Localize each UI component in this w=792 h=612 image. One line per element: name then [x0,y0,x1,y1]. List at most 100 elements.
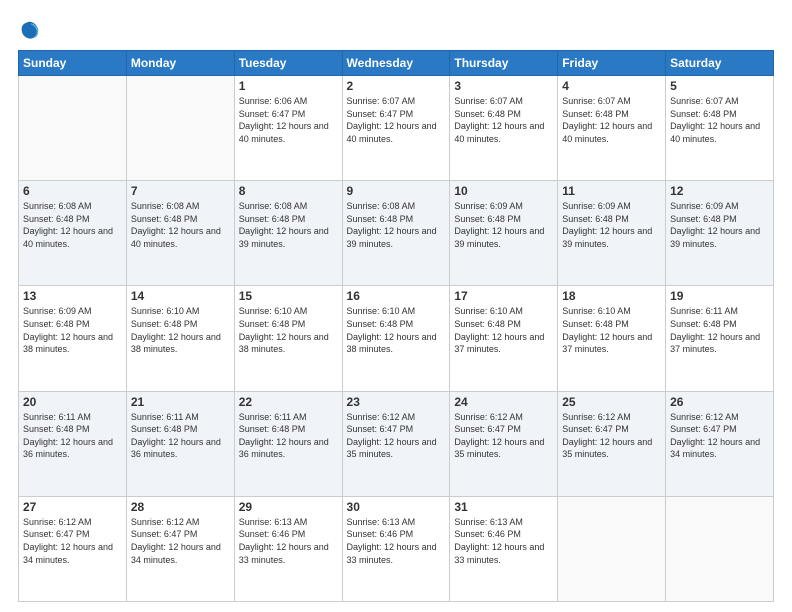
header-day-thursday: Thursday [450,51,558,76]
calendar-cell: 19Sunrise: 6:11 AM Sunset: 6:48 PM Dayli… [666,286,774,391]
calendar-cell [19,76,127,181]
day-info: Sunrise: 6:08 AM Sunset: 6:48 PM Dayligh… [23,200,122,250]
calendar-table: SundayMondayTuesdayWednesdayThursdayFrid… [18,50,774,602]
day-number: 10 [454,184,553,198]
calendar-week-4: 20 Sunrise: 6:11 AM Sunset: 6:48 PM Dayli… [19,391,774,496]
day-info: Sunrise: 6:13 AM Sunset: 6:46 PM Dayligh… [347,516,446,566]
day-number: 25 [562,395,661,409]
calendar-cell [126,76,234,181]
day-info: Sunrise: 6:12 AM Sunset: 6:47 PM Dayligh… [670,411,769,461]
header-day-tuesday: Tuesday [234,51,342,76]
day-number: 29 [239,500,338,514]
logo [18,18,44,40]
calendar-cell: 28 Sunrise: 6:12 AM Sunset: 6:47 PM Dayli… [126,496,234,601]
calendar-cell: 16 Sunrise: 6:10 AM Sunset: 6:48 PM Dayli… [342,286,450,391]
calendar-cell: 26 Sunrise: 6:12 AM Sunset: 6:47 PM Dayli… [666,391,774,496]
header-row: SundayMondayTuesdayWednesdayThursdayFrid… [19,51,774,76]
day-info: Sunrise: 6:09 AM Sunset: 6:48 PM Dayligh… [23,305,122,355]
calendar-cell: 23Sunrise: 6:12 AM Sunset: 6:47 PM Dayli… [342,391,450,496]
day-info: Sunrise: 6:12 AM Sunset: 6:47 PM Dayligh… [562,411,661,461]
day-number: 18 [562,289,661,303]
calendar-cell: 14 Sunrise: 6:10 AM Sunset: 6:48 PM Dayli… [126,286,234,391]
day-number: 31 [454,500,553,514]
calendar-cell: 15 Sunrise: 6:10 AM Sunset: 6:48 PM Dayli… [234,286,342,391]
day-number: 20 [23,395,122,409]
day-number: 28 [131,500,230,514]
day-number: 8 [239,184,338,198]
header-day-sunday: Sunday [19,51,127,76]
calendar-cell: 10Sunrise: 6:09 AM Sunset: 6:48 PM Dayli… [450,181,558,286]
day-number: 26 [670,395,769,409]
day-info: Sunrise: 6:10 AM Sunset: 6:48 PM Dayligh… [562,305,661,355]
calendar-cell: 20Sunrise: 6:11 AM Sunset: 6:48 PM Dayli… [19,391,127,496]
day-info: Sunrise: 6:09 AM Sunset: 6:48 PM Dayligh… [562,200,661,250]
day-info: Sunrise: 6:12 AM Sunset: 6:47 PM Dayligh… [347,411,446,461]
day-info: Sunrise: 6:07 AM Sunset: 6:47 PM Dayligh… [347,95,446,145]
day-number: 14 [131,289,230,303]
calendar-cell: 2 Sunrise: 6:07 AM Sunset: 6:47 PM Daylig… [342,76,450,181]
calendar-cell: 6 Sunrise: 6:08 AM Sunset: 6:48 PM Daylig… [19,181,127,286]
calendar-cell: 27Sunrise: 6:12 AM Sunset: 6:47 PM Dayli… [19,496,127,601]
day-number: 17 [454,289,553,303]
calendar-body: 1 Sunrise: 6:06 AM Sunset: 6:47 PM Daylig… [19,76,774,602]
logo-icon [18,18,40,40]
day-info: Sunrise: 6:08 AM Sunset: 6:48 PM Dayligh… [131,200,230,250]
day-info: Sunrise: 6:10 AM Sunset: 6:48 PM Dayligh… [347,305,446,355]
day-number: 16 [347,289,446,303]
day-number: 5 [670,79,769,93]
calendar-cell: 21Sunrise: 6:11 AM Sunset: 6:48 PM Dayli… [126,391,234,496]
page: SundayMondayTuesdayWednesdayThursdayFrid… [0,0,792,612]
calendar-cell: 4Sunrise: 6:07 AM Sunset: 6:48 PM Daylig… [558,76,666,181]
header-day-saturday: Saturday [666,51,774,76]
header-day-wednesday: Wednesday [342,51,450,76]
calendar-cell [558,496,666,601]
day-number: 1 [239,79,338,93]
calendar-week-1: 1 Sunrise: 6:06 AM Sunset: 6:47 PM Daylig… [19,76,774,181]
day-number: 6 [23,184,122,198]
day-number: 24 [454,395,553,409]
day-number: 3 [454,79,553,93]
day-info: Sunrise: 6:13 AM Sunset: 6:46 PM Dayligh… [454,516,553,566]
day-number: 30 [347,500,446,514]
calendar-cell [666,496,774,601]
calendar-week-3: 13 Sunrise: 6:09 AM Sunset: 6:48 PM Dayli… [19,286,774,391]
day-number: 11 [562,184,661,198]
calendar-cell: 9 Sunrise: 6:08 AM Sunset: 6:48 PM Daylig… [342,181,450,286]
day-info: Sunrise: 6:06 AM Sunset: 6:47 PM Dayligh… [239,95,338,145]
day-info: Sunrise: 6:08 AM Sunset: 6:48 PM Dayligh… [239,200,338,250]
day-info: Sunrise: 6:10 AM Sunset: 6:48 PM Dayligh… [454,305,553,355]
day-info: Sunrise: 6:10 AM Sunset: 6:48 PM Dayligh… [239,305,338,355]
day-info: Sunrise: 6:11 AM Sunset: 6:48 PM Dayligh… [670,305,769,355]
day-info: Sunrise: 6:07 AM Sunset: 6:48 PM Dayligh… [454,95,553,145]
calendar-cell: 18 Sunrise: 6:10 AM Sunset: 6:48 PM Dayli… [558,286,666,391]
day-number: 15 [239,289,338,303]
day-info: Sunrise: 6:11 AM Sunset: 6:48 PM Dayligh… [239,411,338,461]
header [18,18,774,40]
calendar-cell: 12 Sunrise: 6:09 AM Sunset: 6:48 PM Dayli… [666,181,774,286]
calendar-cell: 24 Sunrise: 6:12 AM Sunset: 6:47 PM Dayli… [450,391,558,496]
day-info: Sunrise: 6:12 AM Sunset: 6:47 PM Dayligh… [454,411,553,461]
day-number: 7 [131,184,230,198]
day-number: 22 [239,395,338,409]
day-number: 2 [347,79,446,93]
day-info: Sunrise: 6:09 AM Sunset: 6:48 PM Dayligh… [670,200,769,250]
calendar-cell: 22 Sunrise: 6:11 AM Sunset: 6:48 PM Dayli… [234,391,342,496]
header-day-friday: Friday [558,51,666,76]
day-number: 12 [670,184,769,198]
day-info: Sunrise: 6:10 AM Sunset: 6:48 PM Dayligh… [131,305,230,355]
day-number: 13 [23,289,122,303]
calendar-cell: 11 Sunrise: 6:09 AM Sunset: 6:48 PM Dayli… [558,181,666,286]
day-info: Sunrise: 6:07 AM Sunset: 6:48 PM Dayligh… [562,95,661,145]
calendar-cell: 1 Sunrise: 6:06 AM Sunset: 6:47 PM Daylig… [234,76,342,181]
day-number: 9 [347,184,446,198]
header-day-monday: Monday [126,51,234,76]
day-info: Sunrise: 6:08 AM Sunset: 6:48 PM Dayligh… [347,200,446,250]
calendar-cell: 17 Sunrise: 6:10 AM Sunset: 6:48 PM Dayli… [450,286,558,391]
calendar-week-2: 6 Sunrise: 6:08 AM Sunset: 6:48 PM Daylig… [19,181,774,286]
calendar-cell: 7 Sunrise: 6:08 AM Sunset: 6:48 PM Daylig… [126,181,234,286]
calendar-header: SundayMondayTuesdayWednesdayThursdayFrid… [19,51,774,76]
calendar-cell: 3 Sunrise: 6:07 AM Sunset: 6:48 PM Daylig… [450,76,558,181]
day-info: Sunrise: 6:12 AM Sunset: 6:47 PM Dayligh… [131,516,230,566]
calendar-cell: 8 Sunrise: 6:08 AM Sunset: 6:48 PM Daylig… [234,181,342,286]
day-info: Sunrise: 6:12 AM Sunset: 6:47 PM Dayligh… [23,516,122,566]
